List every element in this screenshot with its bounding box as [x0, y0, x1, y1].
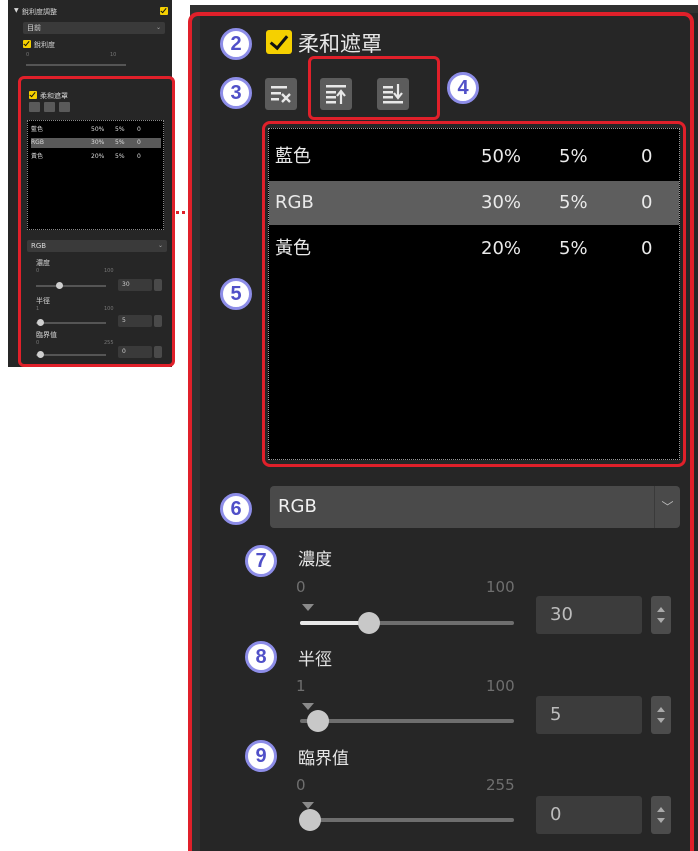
intensity-stepper[interactable]: [651, 596, 671, 634]
preset-select[interactable]: 目前 ⌄: [23, 22, 165, 34]
radius-slider-knob[interactable]: [306, 710, 329, 732]
mask-list: 藍色 50% 5% 0 RGB 30% 5% 0 黃色 20% 5% 0: [268, 128, 680, 460]
intensity-label: 濃度: [298, 550, 332, 570]
callout-6: 6: [220, 493, 252, 525]
callout-9: 9: [245, 740, 277, 772]
callout-3: 3: [220, 77, 252, 109]
intensity-max: 100: [486, 578, 515, 596]
collapse-triangle-icon[interactable]: ▼: [14, 7, 19, 14]
sharpness-tick-max: 10: [110, 52, 117, 58]
row-threshold: 0: [641, 192, 653, 213]
radius-input[interactable]: 5: [536, 696, 642, 734]
connector-line: [176, 211, 185, 214]
chevron-down-icon: ⌄: [155, 24, 161, 31]
radius-stepper[interactable]: [651, 696, 671, 734]
intensity-default-marker: [302, 604, 314, 611]
row-intensity: 50%: [481, 146, 522, 167]
sharpness-tick-min: 0: [26, 52, 30, 58]
section-title: 銳利度調整: [22, 8, 57, 16]
move-up-button[interactable]: [320, 78, 352, 110]
channel-select-value: RGB: [278, 496, 317, 517]
row-channel: RGB: [275, 192, 314, 213]
intensity-min: 0: [296, 578, 306, 596]
threshold-slider-knob[interactable]: [299, 809, 321, 831]
sharpness-slider-track[interactable]: [26, 64, 126, 66]
unsharp-title: 柔和遮罩: [298, 32, 382, 56]
move-down-icon: [383, 84, 403, 104]
move-up-icon: [326, 85, 346, 104]
radius-default-marker: [302, 703, 314, 710]
sharpness-label: 銳利度: [34, 41, 55, 49]
sharpness-checkbox[interactable]: [23, 40, 31, 48]
threshold-min: 0: [296, 776, 306, 794]
delete-item-icon: [271, 86, 291, 103]
list-item-selected[interactable]: RGB 30% 5% 0: [269, 181, 679, 225]
radius-min: 1: [296, 677, 306, 695]
threshold-label: 臨界值: [298, 749, 349, 769]
radius-max: 100: [486, 677, 515, 695]
unsharp-enable-checkbox[interactable]: [266, 30, 292, 54]
preset-select-value: 目前: [27, 24, 41, 32]
delete-item-button[interactable]: [265, 78, 297, 110]
callout-4: 4: [447, 72, 479, 104]
threshold-input[interactable]: 0: [536, 796, 642, 834]
section-enable-checkbox[interactable]: [160, 7, 168, 15]
chevron-down-icon[interactable]: ﹀: [654, 486, 680, 528]
threshold-stepper[interactable]: [651, 796, 671, 834]
channel-select[interactable]: RGB ﹀: [270, 486, 680, 528]
threshold-max: 255: [486, 776, 515, 794]
callout-8: 8: [245, 641, 277, 673]
row-channel: 藍色: [275, 146, 311, 167]
row-radius: 5%: [559, 146, 588, 167]
radius-label: 半徑: [298, 650, 332, 670]
row-intensity: 30%: [481, 192, 522, 213]
threshold-default-marker: [302, 802, 314, 809]
row-radius: 5%: [559, 192, 588, 213]
row-threshold: 0: [641, 146, 653, 167]
thumb-highlight-frame: [18, 76, 175, 367]
section-header[interactable]: ▼ 銳利度調整: [14, 6, 168, 18]
callout-2: 2: [220, 28, 252, 60]
row-threshold: 0: [641, 238, 653, 259]
intensity-input[interactable]: 30: [536, 596, 642, 634]
row-channel: 黃色: [275, 238, 311, 259]
callout-5: 5: [220, 278, 252, 310]
row-radius: 5%: [559, 238, 588, 259]
list-item[interactable]: 黃色 20% 5% 0: [269, 227, 679, 271]
list-item[interactable]: 藍色 50% 5% 0: [269, 135, 679, 179]
callout-7: 7: [245, 545, 277, 577]
row-intensity: 20%: [481, 238, 522, 259]
threshold-slider-track[interactable]: [300, 818, 514, 822]
move-down-button[interactable]: [377, 78, 409, 110]
intensity-slider-fill: [300, 621, 368, 625]
radius-slider-track[interactable]: [300, 719, 514, 723]
